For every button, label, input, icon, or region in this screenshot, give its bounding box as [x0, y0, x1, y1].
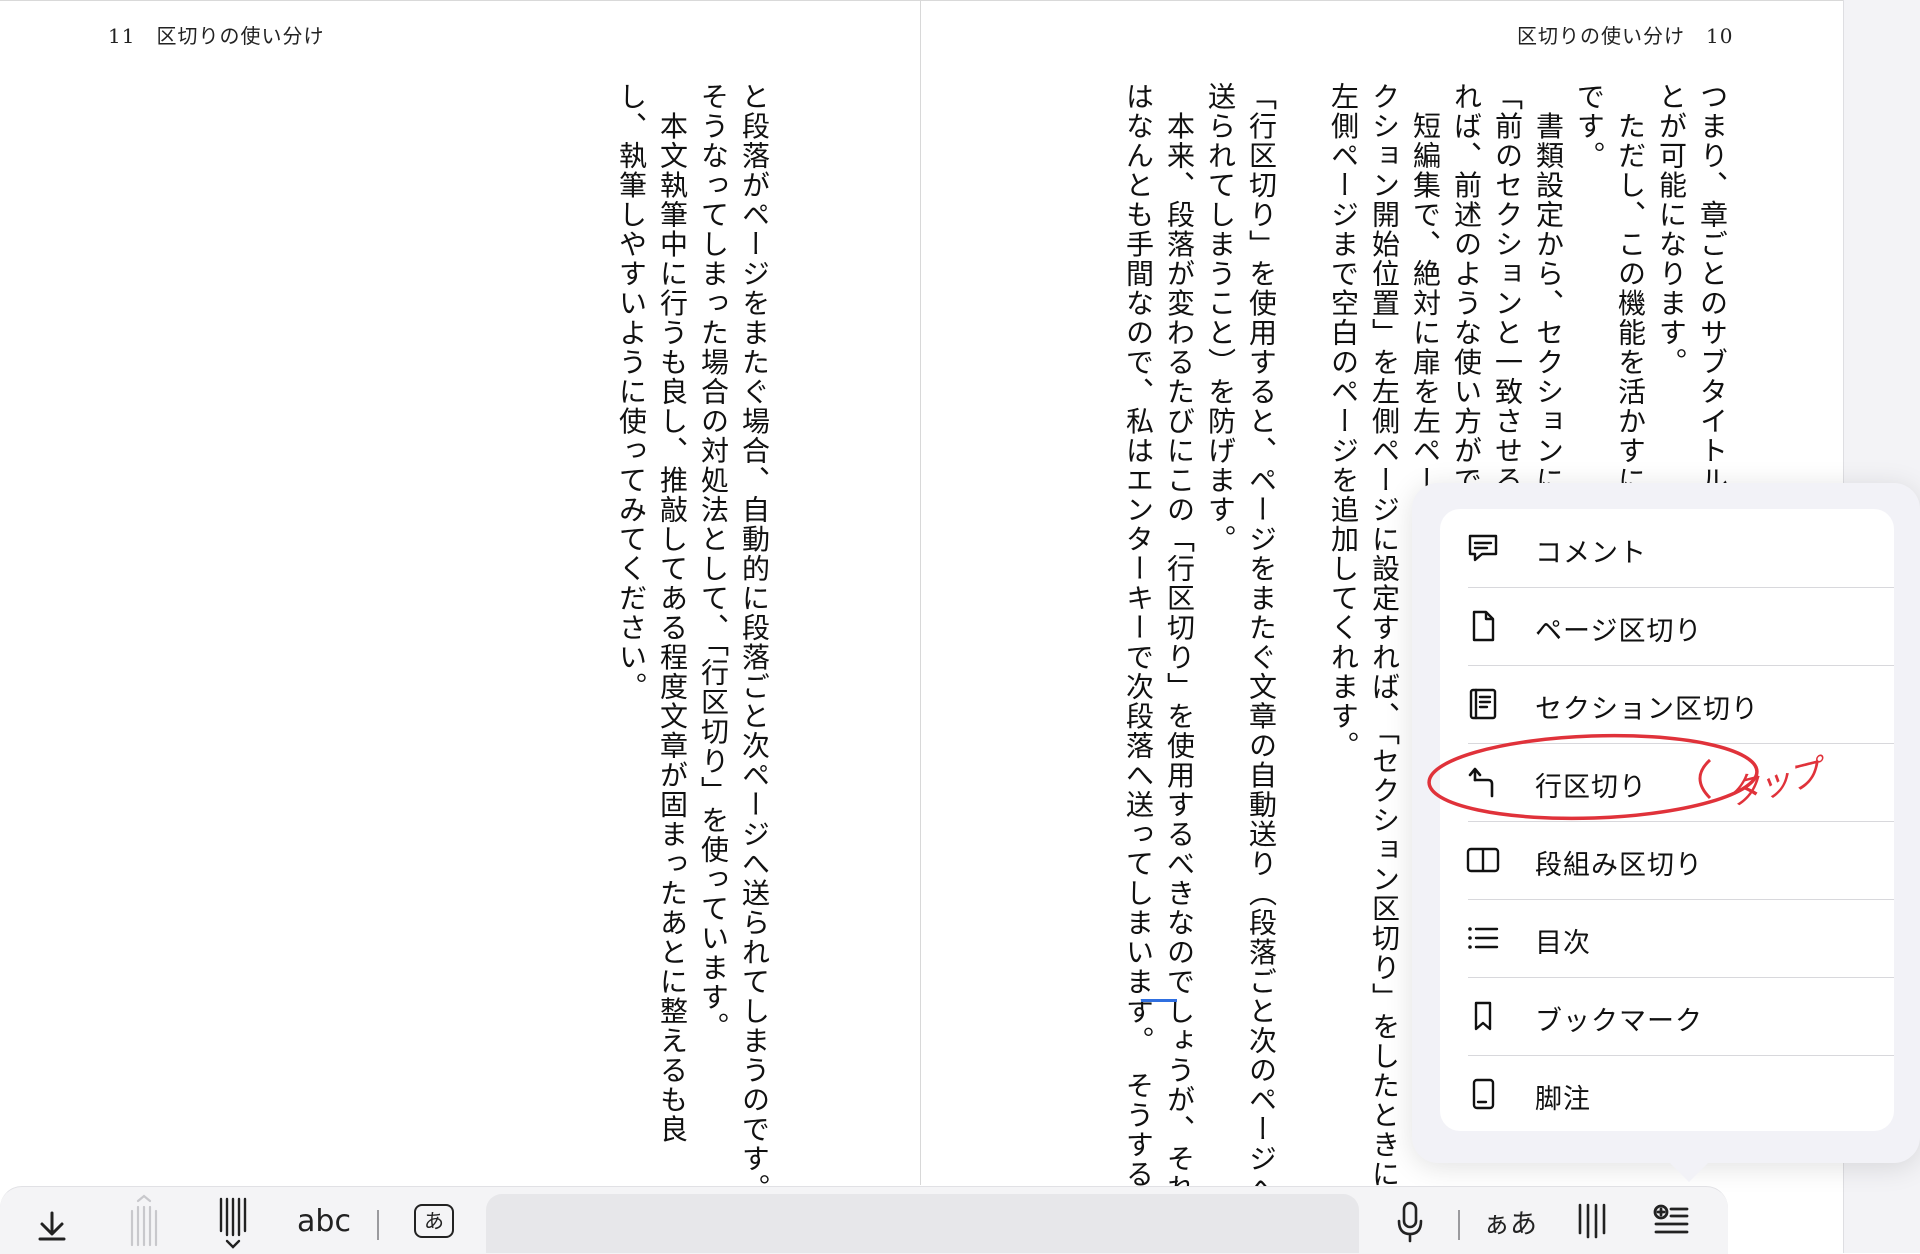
right-text-column[interactable]: 短編集で、絶対に扉を左ペー	[1405, 82, 1446, 496]
right-text-column[interactable]: 本来、段落が変わるたびにこの「行区切り」を使用するべきなのでしょうが、それ	[1159, 82, 1200, 1204]
menu-item-line-break[interactable]: 行区切り	[1440, 743, 1894, 821]
dismiss-keyboard-button[interactable]	[30, 1196, 74, 1246]
right-text-column[interactable]: つまり、章ごとのサブタイトル、	[1692, 82, 1733, 525]
dismiss-keyboard-icon	[35, 1201, 69, 1241]
list-icon	[1465, 920, 1501, 956]
menu-item-label: ページ区切り	[1535, 616, 1703, 647]
right-text-column[interactable]: クション開始位置」を左側ページに設定すれば、「セクション区切り」をしたときに、	[1364, 82, 1405, 1219]
kana-key-label: あ	[414, 1204, 454, 1238]
menu-item-page-break[interactable]: ページ区切り	[1440, 587, 1894, 665]
left-text-column[interactable]: し、執筆しやすいように使ってみてください。	[611, 82, 652, 702]
menu-item-toc[interactable]: 目次	[1440, 899, 1894, 977]
comment-icon	[1465, 530, 1501, 566]
insert-button[interactable]	[1650, 1196, 1694, 1246]
popover-arrow	[1667, 1160, 1711, 1182]
menu-item-comment[interactable]: コメント	[1440, 509, 1894, 587]
abc-key[interactable]: abc	[290, 1196, 358, 1246]
menu-item-section-break[interactable]: セクション区切り	[1440, 665, 1894, 743]
menu-item-label: 目次	[1535, 928, 1591, 959]
insert-menu: コメント ページ区切り セクション区切り 行区切り 段組み区切り 目次 ブックマ…	[1440, 509, 1894, 1131]
left-page-header: 11 区切りの使い分け	[108, 24, 325, 48]
footnote-icon	[1465, 1076, 1501, 1112]
right-text-column[interactable]: 「前のセクションと一致させる	[1487, 82, 1528, 495]
toolbar-separator	[1458, 1210, 1460, 1240]
menu-item-label: セクション区切り	[1535, 694, 1759, 725]
right-text-column[interactable]: 「行区切り」を使用すると、ページをまたぐ文章の自動送り（段落ごと次のページへ	[1241, 82, 1282, 1203]
right-text-column[interactable]: 書類設定から、セクションに	[1528, 82, 1569, 496]
menu-item-label: ブックマーク	[1535, 1006, 1703, 1037]
tategaki-up-button[interactable]	[124, 1193, 164, 1249]
vertical-text-button[interactable]	[1572, 1196, 1612, 1246]
right-text-column[interactable]: です。	[1569, 82, 1610, 171]
left-text-column[interactable]: そうなってしまった場合の対処法として、「行区切り」を使っています。	[693, 82, 734, 1042]
right-text-column[interactable]: 送られてしまうこと）を防げます。	[1200, 82, 1241, 554]
top-border	[0, 0, 1843, 1]
tategaki-down-button[interactable]	[213, 1195, 253, 1251]
page-divider	[920, 0, 921, 1185]
font-size-button[interactable]: ぁあ	[1482, 1196, 1538, 1246]
menu-item-column-break[interactable]: 段組み区切り	[1440, 821, 1894, 899]
insert-icon	[1653, 1201, 1691, 1241]
menu-item-bookmark[interactable]: ブックマーク	[1440, 977, 1894, 1055]
menu-item-label: コメント	[1535, 538, 1647, 569]
right-text-column[interactable]: 左側ページまで空白のページを追加してくれます。	[1323, 82, 1364, 761]
candidate-bar[interactable]	[486, 1194, 1359, 1253]
right-text-column[interactable]: とが可能になります。	[1651, 82, 1692, 377]
right-text-column[interactable]: れば、前述のような使い方がでい	[1446, 82, 1487, 525]
kana-key[interactable]: あ	[412, 1196, 456, 1246]
left-text-column[interactable]: 本文執筆中に行うも良し、推敲してある程度文章が固まったあとに整えるも良	[652, 82, 693, 1145]
left-text-column[interactable]: と段落がページをまたぐ場合、自動的に段落ごと次ページへ送られてしまうのです。	[734, 82, 775, 1203]
menu-item-label: 段組み区切り	[1535, 850, 1703, 881]
right-text-column[interactable]: ただし、この機能を活かすには	[1610, 82, 1651, 525]
text-cursor	[1141, 999, 1177, 1002]
columns-icon	[1465, 842, 1501, 878]
menu-item-footnote[interactable]: 脚注	[1440, 1055, 1894, 1131]
tategaki-up-icon	[127, 1193, 161, 1249]
tategaki-down-icon	[216, 1195, 250, 1251]
menu-item-label: 行区切り	[1535, 772, 1647, 803]
microphone-icon	[1395, 1199, 1425, 1243]
vertical-lines-icon	[1575, 1201, 1609, 1241]
toolbar-separator	[377, 1210, 379, 1240]
right-page-header: 区切りの使い分け 10	[1517, 24, 1734, 48]
menu-item-label: 脚注	[1535, 1084, 1591, 1115]
right-text-column[interactable]: はなんとも手間なので、私はエンターキーで次段落へ送ってしまいます。 そうする	[1118, 82, 1159, 1189]
dictation-button[interactable]	[1390, 1196, 1430, 1246]
section-icon	[1465, 686, 1501, 722]
bookmark-icon	[1465, 998, 1501, 1034]
line-break-icon	[1465, 764, 1501, 800]
page-icon	[1465, 608, 1501, 644]
